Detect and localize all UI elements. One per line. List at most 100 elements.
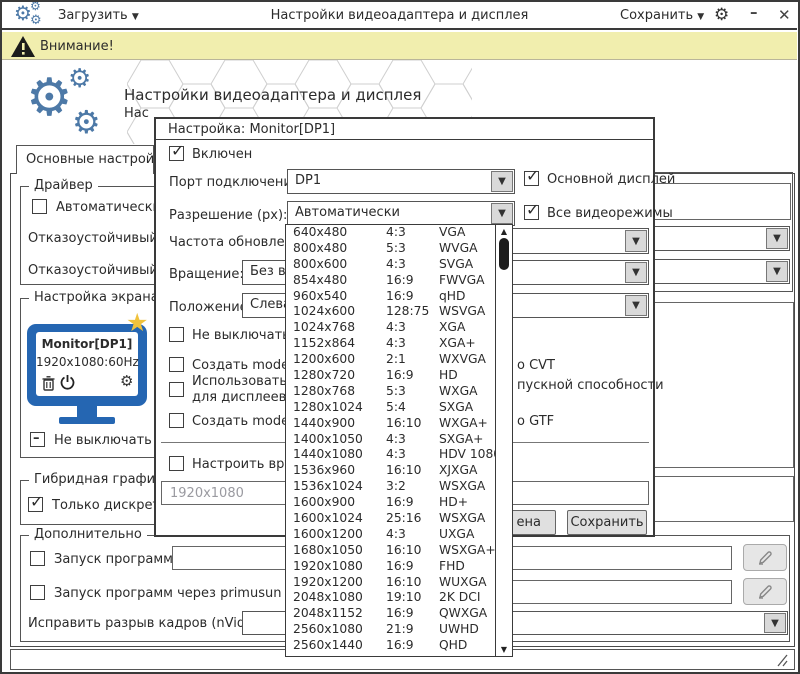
resolution-option[interactable]: 1400x10504:3SXGA+ (286, 432, 512, 448)
edit-button-1[interactable] (743, 544, 787, 571)
resolution-option[interactable]: 960x54016:9qHD (286, 289, 512, 305)
rotation-label: Вращение: (169, 267, 244, 282)
star-icon: ★ (126, 308, 148, 337)
resolution-option[interactable]: 2560x108021:9UWHD (286, 622, 512, 638)
resolution-option[interactable]: 1024x600128:75WSVGA (286, 304, 512, 320)
enabled-checkbox[interactable]: ✓ (169, 146, 184, 161)
run-programs-checkbox-1[interactable] (30, 551, 45, 566)
resolution-option[interactable]: 1280x72016:9HD (286, 368, 512, 384)
resolution-value: Автоматически (295, 205, 400, 220)
chevron-down-icon[interactable]: ▼ (764, 613, 786, 633)
minimize-button[interactable]: – (750, 3, 758, 21)
scrollbar-thumb[interactable] (499, 238, 509, 270)
chevron-down-icon[interactable]: ▼ (491, 171, 513, 192)
port-combo[interactable]: DP1 ▼ (287, 169, 515, 194)
power-icon[interactable] (60, 375, 75, 391)
warning-icon (11, 36, 35, 57)
resolution-option[interactable]: 854x48016:9FWVGA (286, 273, 512, 289)
header-logo-gear-icon: ⚙ (68, 66, 91, 92)
resolution-option[interactable]: 640x4804:3VGA (286, 225, 512, 241)
dialog-titlebar[interactable]: Настройка: Monitor[DP1] (156, 119, 653, 140)
port-value: DP1 (295, 173, 321, 188)
resolution-option[interactable]: 800x6004:3SVGA (286, 257, 512, 273)
dialog-save-button[interactable]: Сохранить (567, 510, 647, 535)
warning-banner: Внимание! (2, 32, 797, 60)
header-logo-gear-icon: ⚙ (72, 106, 101, 138)
resolution-list[interactable]: ▲ ▼ 640x4804:3VGA800x4805:3WVGA800x6004:… (285, 224, 513, 657)
primary-display-label: Основной дисплей (547, 172, 675, 187)
resolution-option[interactable]: 1440x90016:10WXGA+ (286, 416, 512, 432)
resolution-option[interactable]: 1920x120016:10WUXGA (286, 575, 512, 591)
pencil-icon (757, 584, 773, 600)
scroll-up-icon[interactable]: ▲ (496, 227, 512, 236)
resolution-option[interactable]: 1920x108016:9FHD (286, 559, 512, 575)
scroll-down-icon[interactable]: ▼ (496, 645, 512, 654)
warning-text: Внимание! (40, 39, 114, 54)
chevron-down-icon: ▼ (697, 12, 704, 22)
discrete-only-checkbox[interactable]: ✓ (28, 497, 43, 512)
fix-tearing-label: Исправить разрыв кадров (nVidia): (28, 616, 266, 631)
all-modes-label: Все видеорежимы (547, 206, 673, 221)
tab-main-settings[interactable]: Основные настройки (16, 145, 154, 174)
keep-on-checkbox[interactable]: – (30, 432, 45, 447)
dialog-keep-on-checkbox[interactable] (169, 327, 184, 342)
resolution-combo[interactable]: Автоматически ▼ (287, 201, 515, 226)
resolution-option[interactable]: 800x4805:3WVGA (286, 241, 512, 257)
trash-icon[interactable] (42, 376, 55, 391)
modeline-gtf-checkbox[interactable] (169, 413, 184, 428)
page-title: Настройки видеоадаптера и дисплея (124, 86, 421, 104)
resolution-label: Разрешение (px): (169, 208, 287, 223)
resolution-option[interactable]: 1200x6002:1WXVGA (286, 352, 512, 368)
resolution-option[interactable]: 1600x12004:3UXGA (286, 527, 512, 543)
resolution-option[interactable]: 1536x10243:2WSXGA (286, 479, 512, 495)
modeline-cvt-checkbox[interactable] (169, 357, 184, 372)
titlebar: ⚙ ⚙ ⚙ Загрузить ▼ Настройки видеоадаптер… (2, 2, 797, 30)
resolution-option[interactable]: 1280x7685:3WXGA (286, 384, 512, 400)
run-programs-checkbox-2[interactable] (30, 585, 45, 600)
enabled-label: Включен (192, 147, 252, 162)
pencil-icon (757, 550, 773, 566)
chevron-down-icon[interactable]: ▼ (766, 228, 788, 249)
resize-grip-icon[interactable] (774, 654, 788, 667)
resolution-option[interactable]: 2048x115216:9QWXGA (286, 606, 512, 622)
resolution-option[interactable]: 1280x10245:4SXGA (286, 400, 512, 416)
position-label: Положение: (169, 300, 252, 315)
app-window: ⚙ ⚙ ⚙ Загрузить ▼ Настройки видеоадаптер… (0, 0, 800, 674)
resolution-option[interactable]: 1600x102425:16WSXGA (286, 511, 512, 527)
group-driver-label: Драйвер (29, 178, 98, 193)
close-button[interactable]: ✕ (778, 6, 791, 24)
monitor-mode: 1920x1080:60Hz (36, 355, 138, 369)
resolution-option[interactable]: 2048x108019:102K DCI (286, 590, 512, 606)
chevron-down-icon[interactable]: ▼ (625, 230, 647, 252)
run-programs-label-1: Запуск программ ч (54, 552, 185, 567)
chevron-down-icon[interactable]: ▼ (625, 295, 647, 316)
modeline-gtf-label-right: о GTF (517, 414, 554, 429)
resolution-option[interactable]: 1680x105016:10WSXGA+ (286, 543, 512, 559)
header-logo-gear-icon: ⚙ (26, 72, 73, 124)
group-extra-label: Дополнительно (29, 527, 147, 542)
monitor-settings-gear-icon[interactable]: ⚙ (120, 372, 133, 390)
resolution-option[interactable]: 1600x90016:9HD+ (286, 495, 512, 511)
save-menu-button[interactable]: Сохранить ▼ (620, 8, 704, 23)
auto-driver-checkbox[interactable] (32, 199, 47, 214)
all-modes-checkbox[interactable]: ✓ (524, 205, 539, 220)
resolution-list-scrollbar[interactable]: ▲ ▼ (495, 225, 512, 656)
chevron-down-icon[interactable]: ▼ (625, 262, 647, 283)
chevron-down-icon[interactable]: ▼ (491, 203, 513, 224)
settings-gear-icon[interactable]: ⚙ (714, 5, 729, 25)
resolution-option[interactable]: 2560x144016:9QHD (286, 638, 512, 654)
port-label: Порт подключения: (169, 175, 304, 190)
modeline-cvt-label-right: о CVT (517, 358, 555, 373)
resolution-option[interactable]: 1536x96016:10XJXGA (286, 463, 512, 479)
resolution-option[interactable]: 1024x7684:3XGA (286, 320, 512, 336)
chevron-down-icon[interactable]: ▼ (766, 261, 788, 282)
cvt-reduced-label-right: пускной способности (517, 378, 664, 393)
cvt-reduced-checkbox[interactable] (169, 382, 184, 397)
primary-display-checkbox[interactable]: ✓ (524, 171, 539, 186)
refresh-rate-label: Частота обновления ( (169, 235, 286, 250)
manual-mode-value: 1920x1080 (170, 486, 244, 501)
manual-checkbox[interactable] (169, 456, 184, 471)
resolution-option[interactable]: 1152x8644:3XGA+ (286, 336, 512, 352)
resolution-option[interactable]: 1440x10804:3HDV 1080i (286, 447, 512, 463)
edit-button-2[interactable] (743, 578, 787, 605)
